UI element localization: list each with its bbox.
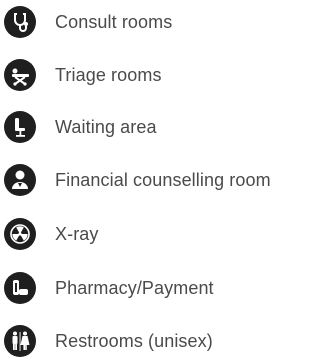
legend-item-label: Consult rooms (55, 11, 173, 32)
restroom-icon (4, 325, 36, 357)
legend-item-label: Waiting area (55, 116, 157, 137)
legend-item-label: Triage rooms (55, 64, 162, 85)
person-icon (4, 164, 36, 196)
legend-item-waiting-area: Waiting area (4, 110, 297, 144)
legend-item-consult-rooms: Consult rooms (4, 5, 297, 39)
stethoscope-icon (4, 6, 36, 38)
legend-item-label: X-ray (55, 223, 99, 244)
stretcher-icon (4, 59, 36, 91)
pharmacy-icon (4, 272, 36, 304)
radiation-icon (4, 218, 36, 250)
amenities-legend: Consult rooms Triage rooms Waiting area (0, 0, 297, 357)
legend-item-financial-counselling: Financial counselling room (4, 163, 297, 197)
chair-icon (4, 111, 36, 143)
legend-item-label: Pharmacy/Payment (55, 277, 214, 298)
legend-item-triage-rooms: Triage rooms (4, 58, 297, 92)
legend-item-x-ray: X-ray (4, 217, 297, 251)
legend-item-label: Restrooms (unisex) (55, 330, 213, 351)
legend-item-pharmacy-payment: Pharmacy/Payment (4, 271, 297, 305)
legend-item-label: Financial counselling room (55, 169, 271, 190)
legend-item-restrooms: Restrooms (unisex) (4, 324, 297, 358)
